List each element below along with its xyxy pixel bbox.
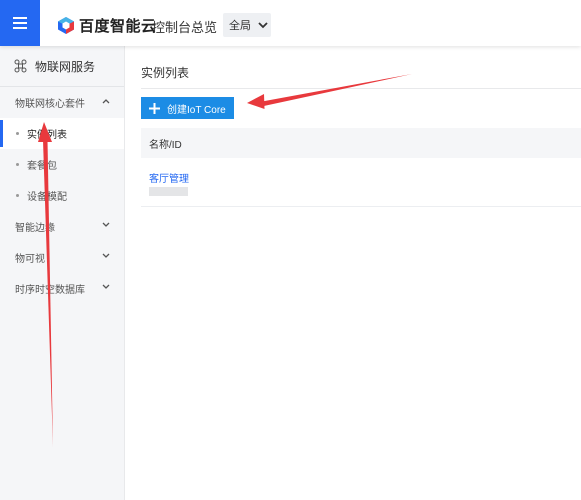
menu-button[interactable] <box>0 0 40 46</box>
sidebar-group-tsdb[interactable]: 时序时空数据库 <box>0 273 124 304</box>
bullet-icon <box>16 194 19 197</box>
chevron-down-icon <box>102 222 110 227</box>
main-content: 实例列表 创建IoT Core 名称/ID 客厅管理 <box>125 46 581 500</box>
table-header: 名称/ID <box>141 128 581 158</box>
hamburger-icon <box>13 17 27 29</box>
bullet-icon <box>16 163 19 166</box>
create-button-label: 创建IoT Core <box>167 104 226 116</box>
instance-table: 名称/ID 客厅管理 <box>141 128 581 207</box>
brand-name: 百度智能云 <box>79 18 157 35</box>
sidebar-group-label: 物可视 <box>15 254 45 265</box>
cloud-logo-icon <box>58 17 74 34</box>
sidebar-group-edge[interactable]: 智能边缘 <box>0 211 124 242</box>
active-indicator <box>0 120 3 147</box>
sidebar-group-label: 物联网核心套件 <box>15 99 85 110</box>
sidebar-item-label: 设备模配 <box>27 192 67 203</box>
instance-id-redacted <box>149 187 188 196</box>
chevron-down-icon <box>102 284 110 289</box>
create-iot-core-button[interactable]: 创建IoT Core <box>141 97 234 119</box>
page-title: 实例列表 <box>141 66 190 80</box>
sidebar-item-label: 套餐包 <box>27 161 57 172</box>
chevron-up-icon <box>102 99 110 104</box>
console-overview-link[interactable]: 控制台总览 <box>152 17 217 36</box>
table-row: 客厅管理 <box>141 158 581 207</box>
region-select[interactable]: 全局 <box>223 13 271 37</box>
title-divider <box>141 88 581 89</box>
sidebar-title: 物联网服务 <box>35 59 96 74</box>
plus-icon <box>149 102 160 114</box>
sidebar-group-visualization[interactable]: 物可视 <box>0 242 124 273</box>
sidebar-group-label: 智能边缘 <box>15 223 55 234</box>
brand-logo[interactable]: 百度智能云 <box>58 15 157 36</box>
sidebar-item-device-config[interactable]: 设备模配 <box>0 180 124 211</box>
bullet-icon <box>16 132 19 135</box>
top-bar: 百度智能云 控制台总览 全局 <box>0 0 581 46</box>
sidebar-item-package[interactable]: 套餐包 <box>0 149 124 180</box>
instance-name-link[interactable]: 客厅管理 <box>149 170 189 185</box>
region-value: 全局 <box>229 20 251 32</box>
sidebar-item-label: 实例列表 <box>27 130 67 141</box>
sidebar-item-instance-list[interactable]: 实例列表 <box>0 118 124 149</box>
chevron-down-icon <box>102 253 110 258</box>
sidebar-group-label: 时序时空数据库 <box>15 285 85 296</box>
sidebar: 物联网服务 物联网核心套件 实例列表 套餐包 设备模配 智能边缘 物可视 时序时… <box>0 46 125 500</box>
column-header-name-id: 名称/ID <box>149 139 182 151</box>
chevron-down-icon <box>258 21 268 28</box>
sidebar-header: 物联网服务 <box>0 46 124 87</box>
sidebar-group-iot-core[interactable]: 物联网核心套件 <box>0 87 124 118</box>
iot-service-icon <box>14 59 27 73</box>
